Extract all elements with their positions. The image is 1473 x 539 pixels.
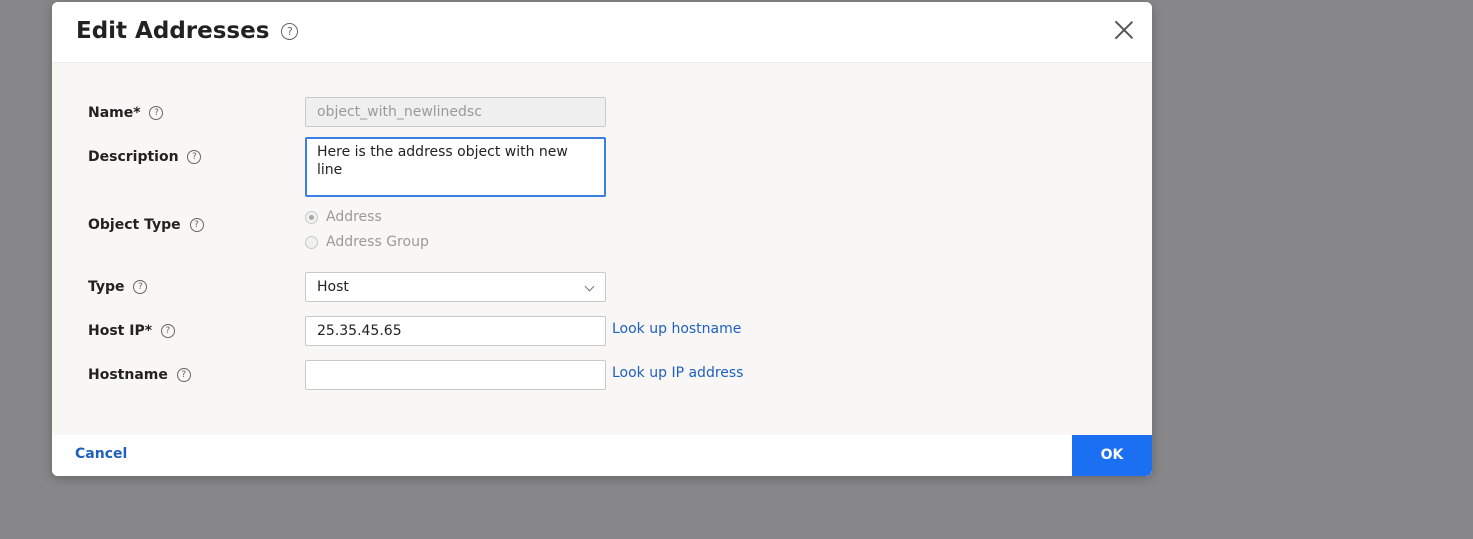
- dialog-title: Edit Addresses ?: [76, 18, 299, 44]
- dialog-header: Edit Addresses ?: [52, 2, 1152, 63]
- object-type-label-text: Object Type: [88, 217, 181, 233]
- radio-address-group[interactable]: Address Group: [305, 234, 429, 250]
- radio-button-checked[interactable]: [305, 210, 318, 224]
- help-icon[interactable]: ?: [149, 106, 164, 120]
- radio-address[interactable]: Address: [305, 209, 382, 225]
- help-icon[interactable]: ?: [176, 368, 191, 382]
- cancel-button[interactable]: Cancel: [75, 446, 127, 462]
- help-icon[interactable]: ?: [133, 280, 148, 294]
- type-select-value: Host: [317, 279, 349, 295]
- host-ip-label: Host IP* ?: [88, 323, 175, 339]
- help-icon[interactable]: ?: [189, 218, 204, 232]
- name-label-text: Name*: [88, 105, 141, 121]
- type-select[interactable]: Host: [305, 272, 606, 302]
- ok-button[interactable]: OK: [1072, 435, 1152, 476]
- chevron-down-icon: [584, 281, 595, 292]
- dialog-footer: Cancel OK: [52, 435, 1152, 476]
- hostname-input[interactable]: [305, 360, 606, 390]
- close-icon[interactable]: [1114, 20, 1134, 40]
- type-label: Type ?: [88, 279, 148, 295]
- description-label-text: Description: [88, 149, 179, 165]
- host-ip-input[interactable]: 25.35.45.65: [305, 316, 606, 346]
- type-label-text: Type: [88, 279, 125, 295]
- description-textarea[interactable]: Here is the address object with new line: [305, 137, 606, 197]
- help-icon[interactable]: ?: [160, 324, 175, 338]
- hostname-label: Hostname ?: [88, 367, 191, 383]
- help-icon[interactable]: ?: [281, 23, 299, 40]
- radio-address-group-label: Address Group: [326, 234, 429, 250]
- description-label: Description ?: [88, 149, 202, 165]
- look-up-ip-address-link[interactable]: Look up IP address: [612, 365, 743, 381]
- name-label: Name* ?: [88, 105, 164, 121]
- radio-button[interactable]: [305, 235, 318, 249]
- help-icon[interactable]: ?: [187, 150, 202, 164]
- look-up-hostname-link[interactable]: Look up hostname: [612, 321, 741, 337]
- dialog-title-text: Edit Addresses: [76, 18, 270, 44]
- hostname-label-text: Hostname: [88, 367, 168, 383]
- host-ip-label-text: Host IP*: [88, 323, 153, 339]
- edit-addresses-dialog: Edit Addresses ? Name* ? object_with_new…: [52, 2, 1152, 476]
- object-type-label: Object Type ?: [88, 217, 204, 233]
- radio-address-label: Address: [326, 209, 382, 225]
- name-input[interactable]: object_with_newlinedsc: [305, 97, 606, 127]
